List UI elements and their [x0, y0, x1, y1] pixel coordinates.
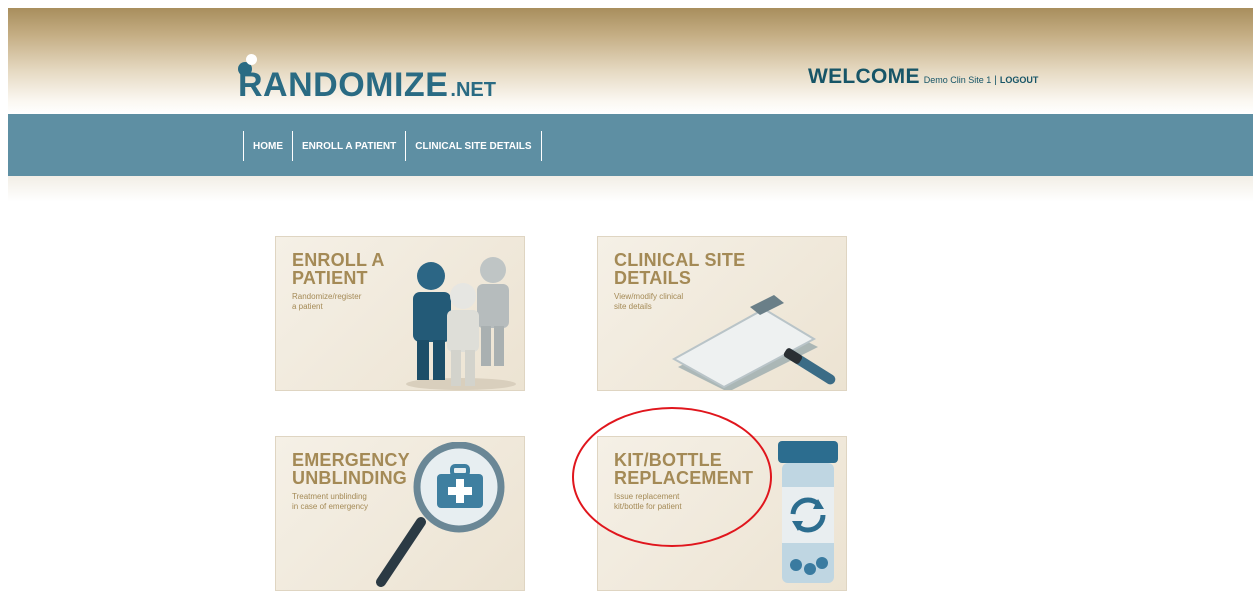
logo-dots-icon [238, 54, 258, 76]
logout-link[interactable]: LOGOUT [1000, 75, 1039, 85]
welcome-area: WELCOME Demo Clin Site 1 | LOGOUT [808, 65, 1038, 89]
nav-enroll-patient[interactable]: ENROLL A PATIENT [292, 131, 405, 161]
tile-description: Randomize/register a patient [292, 292, 362, 311]
logo-suffix: .NET [450, 79, 496, 101]
randomize-logo[interactable]: RANDOMIZE .NET [238, 54, 496, 102]
tile-enroll-patient[interactable]: ENROLL A PATIENT Randomize/register a pa… [275, 236, 525, 391]
tile-description: Treatment unblinding in case of emergenc… [292, 492, 369, 511]
tile-description: Issue replacement kit/bottle for patient [614, 492, 682, 511]
tile-kit-bottle-replacement[interactable]: KIT/BOTTLE REPLACEMENT Issue replacement… [597, 436, 847, 591]
nav-bar: HOME ENROLL A PATIENT CLINICAL SITE DETA… [8, 114, 1253, 176]
separator: | [994, 75, 997, 86]
tile-clinical-site-details[interactable]: CLINICAL SITE DETAILS View/modify clinic… [597, 236, 847, 391]
header-banner: RANDOMIZE .NET WELCOME Demo Clin Site 1 … [8, 8, 1253, 114]
site-name: Demo Clin Site 1 [923, 75, 992, 85]
nav-clinical-site-details[interactable]: CLINICAL SITE DETAILS [405, 131, 542, 161]
nav-home[interactable]: HOME [243, 131, 292, 161]
nav-shadow [8, 176, 1253, 202]
tile-emergency-unblinding[interactable]: EMERGENCY UNBLINDING Treatment unblindin… [275, 436, 525, 591]
tile-title: CLINICAL SITE DETAILS [614, 250, 746, 288]
logo-text: RANDOMIZE [238, 66, 449, 104]
magnifier-medkit-icon [376, 442, 505, 587]
tile-title: KIT/BOTTLE REPLACEMENT [614, 450, 754, 488]
people-icon [406, 257, 516, 390]
clipboard-icon [671, 295, 836, 390]
welcome-text: WELCOME [808, 65, 920, 88]
pill-bottle-refresh-icon [778, 441, 838, 583]
tile-title: ENROLL A PATIENT [292, 250, 385, 288]
